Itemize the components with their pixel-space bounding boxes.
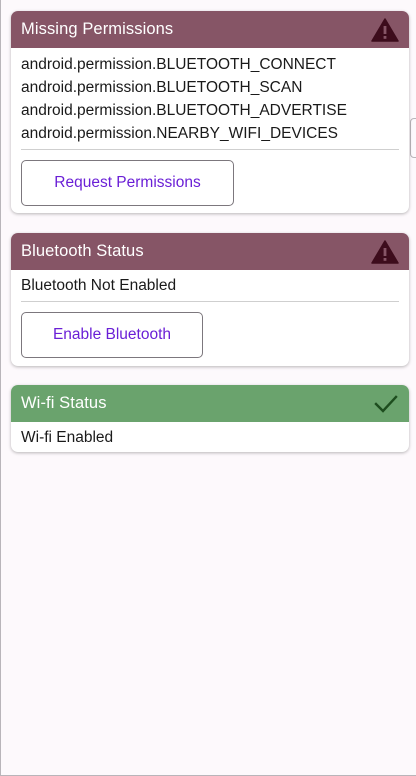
warning-icon [371, 17, 399, 42]
bluetooth-card-body: Bluetooth Not Enabled Enable Bluetooth [11, 270, 409, 358]
wifi-card: Wi-fi Status Wi-fi Enabled [11, 385, 409, 452]
permission-item: android.permission.BLUETOOTH_SCAN [21, 79, 303, 96]
permissions-card-header: Missing Permissions [11, 11, 409, 48]
permissions-card-body: android.permission.BLUETOOTH_CONNECT and… [11, 48, 409, 206]
bluetooth-card: Bluetooth Status Bluetooth Not Enabled E… [11, 233, 409, 366]
request-permissions-button[interactable]: Request Permissions [21, 160, 234, 206]
divider [21, 149, 399, 150]
warning-icon [371, 239, 399, 264]
divider [21, 301, 399, 302]
wifi-status-text: Wi-fi Enabled [21, 429, 114, 446]
wifi-card-header: Wi-fi Status [11, 385, 409, 422]
permission-item: android.permission.BLUETOOTH_ADVERTISE [21, 102, 347, 119]
permission-item: android.permission.NEARBY_WIFI_DEVICES [21, 125, 339, 142]
check-icon [373, 393, 399, 415]
bluetooth-card-title: Bluetooth Status [21, 242, 144, 260]
permission-item: android.permission.BLUETOOTH_CONNECT [21, 56, 336, 73]
bluetooth-card-header: Bluetooth Status [11, 233, 409, 270]
wifi-card-title: Wi-fi Status [21, 394, 107, 412]
enable-bluetooth-button[interactable]: Enable Bluetooth [21, 312, 203, 358]
scroll-edge-indicator [410, 118, 416, 158]
wifi-card-body: Wi-fi Enabled [11, 422, 409, 449]
permissions-card: Missing Permissions android.permission.B… [11, 11, 409, 213]
bluetooth-status-text: Bluetooth Not Enabled [21, 277, 177, 294]
permissions-card-title: Missing Permissions [21, 20, 174, 38]
